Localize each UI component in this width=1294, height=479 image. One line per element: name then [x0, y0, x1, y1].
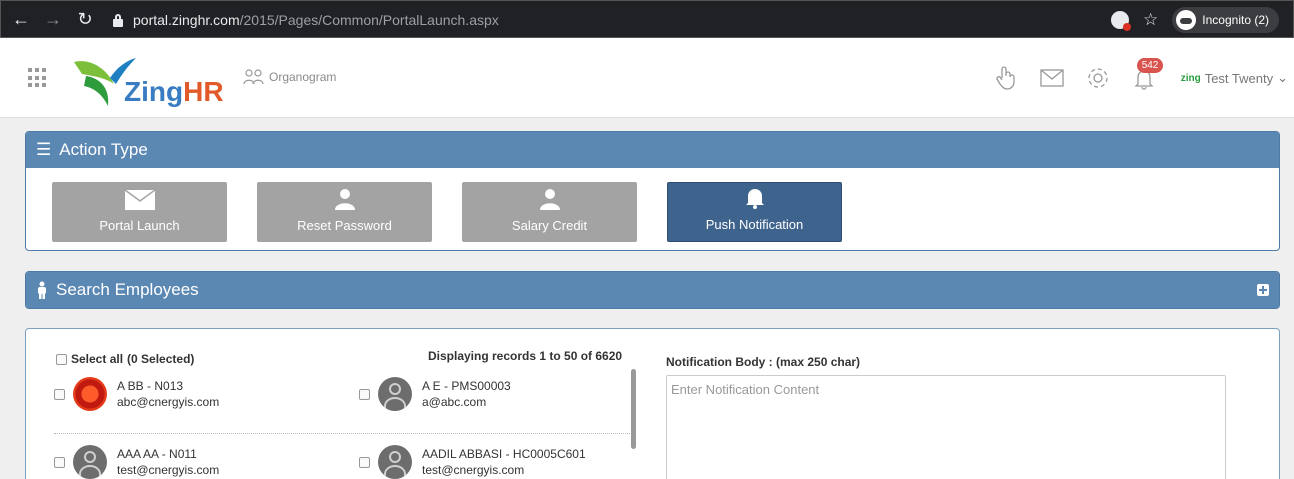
- user-icon: [539, 189, 560, 210]
- portal-launch-button[interactable]: Portal Launch: [52, 182, 227, 242]
- employee-name: AAA AA - N011: [117, 447, 197, 461]
- reset-password-button[interactable]: Reset Password: [257, 182, 432, 242]
- chevron-down-icon: ⌄: [1277, 70, 1288, 85]
- employee-email: test@cnergyis.com: [117, 463, 220, 477]
- push-notification-button[interactable]: Push Notification: [667, 182, 842, 242]
- salary-credit-button[interactable]: Salary Credit: [462, 182, 637, 242]
- hand-pointer-icon[interactable]: [983, 58, 1029, 98]
- notification-body-label: Notification Body : (max 250 char): [666, 355, 861, 369]
- list-item[interactable]: AAA AA - N011 test@cnergyis.com: [54, 445, 219, 479]
- selected-count: (0 Selected): [127, 352, 195, 366]
- list-item[interactable]: A BB - N013 abc@cnergyis.com: [54, 377, 219, 411]
- app-header: ZingHR Organogram 542 zing Test Twenty ⌄: [0, 38, 1294, 118]
- search-employees-header[interactable]: Search Employees: [26, 272, 1279, 308]
- incognito-label: Incognito (2): [1202, 13, 1269, 27]
- url-host: portal.zinghr.com: [133, 12, 240, 28]
- search-employees-panel[interactable]: Search Employees: [25, 271, 1280, 309]
- logo-text: ZingHR: [124, 76, 224, 107]
- reset-password-label: Reset Password: [297, 218, 392, 233]
- notification-content-input[interactable]: [666, 375, 1226, 479]
- employee-checkbox[interactable]: [54, 456, 65, 468]
- people-icon: [243, 69, 264, 85]
- employee-email: a@abc.com: [422, 395, 487, 409]
- select-all-label: Select all: [71, 352, 124, 366]
- list-item[interactable]: AADIL ABBASI - HC0005C601 test@cnergyis.…: [359, 445, 586, 479]
- user-name: Test Twenty: [1204, 70, 1274, 86]
- action-type-title: Action Type: [59, 140, 148, 159]
- browser-toolbar: ← → ↻ portal.zinghr.com/2015/Pages/Commo…: [0, 0, 1294, 38]
- avatar: [73, 377, 107, 411]
- organogram-link[interactable]: Organogram: [243, 68, 336, 86]
- address-bar[interactable]: portal.zinghr.com/2015/Pages/Common/Port…: [111, 7, 1281, 33]
- employee-name: A BB - N013: [117, 379, 184, 393]
- employee-name: A E - PMS00003: [422, 379, 511, 393]
- incognito-icon: [1176, 10, 1197, 30]
- bell-icon: [745, 189, 764, 209]
- salary-credit-label: Salary Credit: [511, 218, 588, 233]
- mail-icon[interactable]: [1029, 58, 1075, 98]
- envelope-icon: [124, 190, 155, 210]
- list-scrollbar[interactable]: [631, 369, 636, 449]
- reload-icon[interactable]: ↻: [73, 9, 97, 30]
- search-employees-title: Search Employees: [56, 280, 199, 299]
- forward-icon[interactable]: →: [41, 9, 65, 30]
- avatar: [378, 377, 412, 411]
- employee-checkbox[interactable]: [359, 456, 370, 468]
- incognito-indicator[interactable]: Incognito (2): [1172, 7, 1279, 33]
- portal-launch-label: Portal Launch: [99, 218, 180, 233]
- expand-plus-icon[interactable]: [1257, 284, 1269, 296]
- bookmark-star-icon[interactable]: ☆: [1143, 10, 1158, 30]
- list-item[interactable]: A E - PMS00003 a@abc.com: [359, 377, 511, 411]
- apps-grid-icon[interactable]: [28, 68, 48, 88]
- zinghr-logo[interactable]: ZingHR: [66, 48, 224, 112]
- user-icon: [334, 189, 355, 210]
- notifications-bell-icon[interactable]: 542: [1121, 58, 1167, 98]
- employee-panel: Select all (0 Selected) Displaying recor…: [25, 328, 1280, 479]
- select-all[interactable]: Select all (0 Selected): [56, 352, 194, 366]
- lock-icon: [111, 13, 125, 27]
- records-count: Displaying records 1 to 50 of 6620: [428, 349, 623, 363]
- settings-gear-icon[interactable]: [1075, 58, 1121, 98]
- notifications-badge: 542: [1136, 58, 1164, 73]
- extension-icon[interactable]: [1111, 11, 1132, 31]
- person-icon: [38, 281, 46, 299]
- employee-email: test@cnergyis.com: [422, 463, 525, 477]
- row-divider: [54, 433, 634, 434]
- employee-email: abc@cnergyis.com: [117, 395, 220, 409]
- user-brand-logo: zing: [1180, 72, 1201, 84]
- employee-checkbox[interactable]: [359, 388, 370, 400]
- url-path: /2015/Pages/Common/PortalLaunch.aspx: [239, 12, 499, 28]
- push-notification-label: Push Notification: [705, 217, 804, 232]
- action-type-panel: ☰ Action Type Portal Launch Reset Passwo…: [25, 131, 1280, 251]
- avatar: [378, 445, 412, 479]
- user-menu[interactable]: zing Test Twenty ⌄: [1181, 70, 1288, 86]
- select-all-checkbox[interactable]: [56, 353, 67, 365]
- menu-bars-icon: ☰: [36, 140, 52, 159]
- back-icon[interactable]: ←: [9, 9, 33, 30]
- employee-name: AADIL ABBASI - HC0005C601: [422, 447, 586, 461]
- avatar: [73, 445, 107, 479]
- employee-checkbox[interactable]: [54, 388, 65, 400]
- action-type-header: ☰ Action Type: [26, 132, 1279, 168]
- organogram-label: Organogram: [269, 70, 337, 84]
